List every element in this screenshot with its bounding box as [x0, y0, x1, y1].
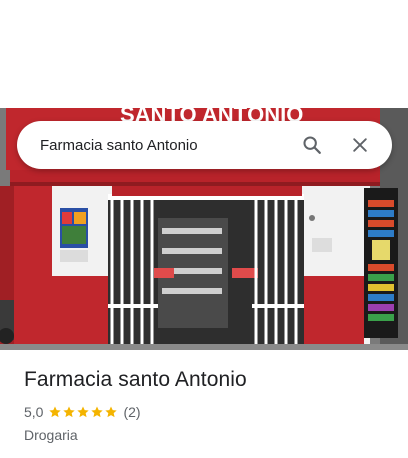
search-bar: [17, 121, 392, 169]
star-icon: [63, 406, 76, 418]
close-button[interactable]: [338, 123, 382, 167]
search-button[interactable]: [290, 123, 334, 167]
place-category: Drogaria: [24, 427, 78, 443]
star-icon: [77, 406, 90, 418]
close-icon: [353, 138, 367, 152]
rating-value: 5,0: [24, 404, 44, 420]
star-icon: [105, 406, 118, 418]
rating-row[interactable]: 5,0 (2): [24, 403, 392, 421]
star-rating: [48, 405, 118, 419]
search-icon: [303, 136, 321, 154]
review-count[interactable]: (2): [123, 403, 140, 421]
star-icon: [91, 406, 104, 418]
search-input[interactable]: [17, 121, 290, 169]
star-icon: [49, 406, 62, 418]
place-title: Farmacia santo Antonio: [24, 368, 247, 391]
place-info: Farmacia santo Antonio 5,0 (2) Drogaria: [24, 366, 392, 444]
